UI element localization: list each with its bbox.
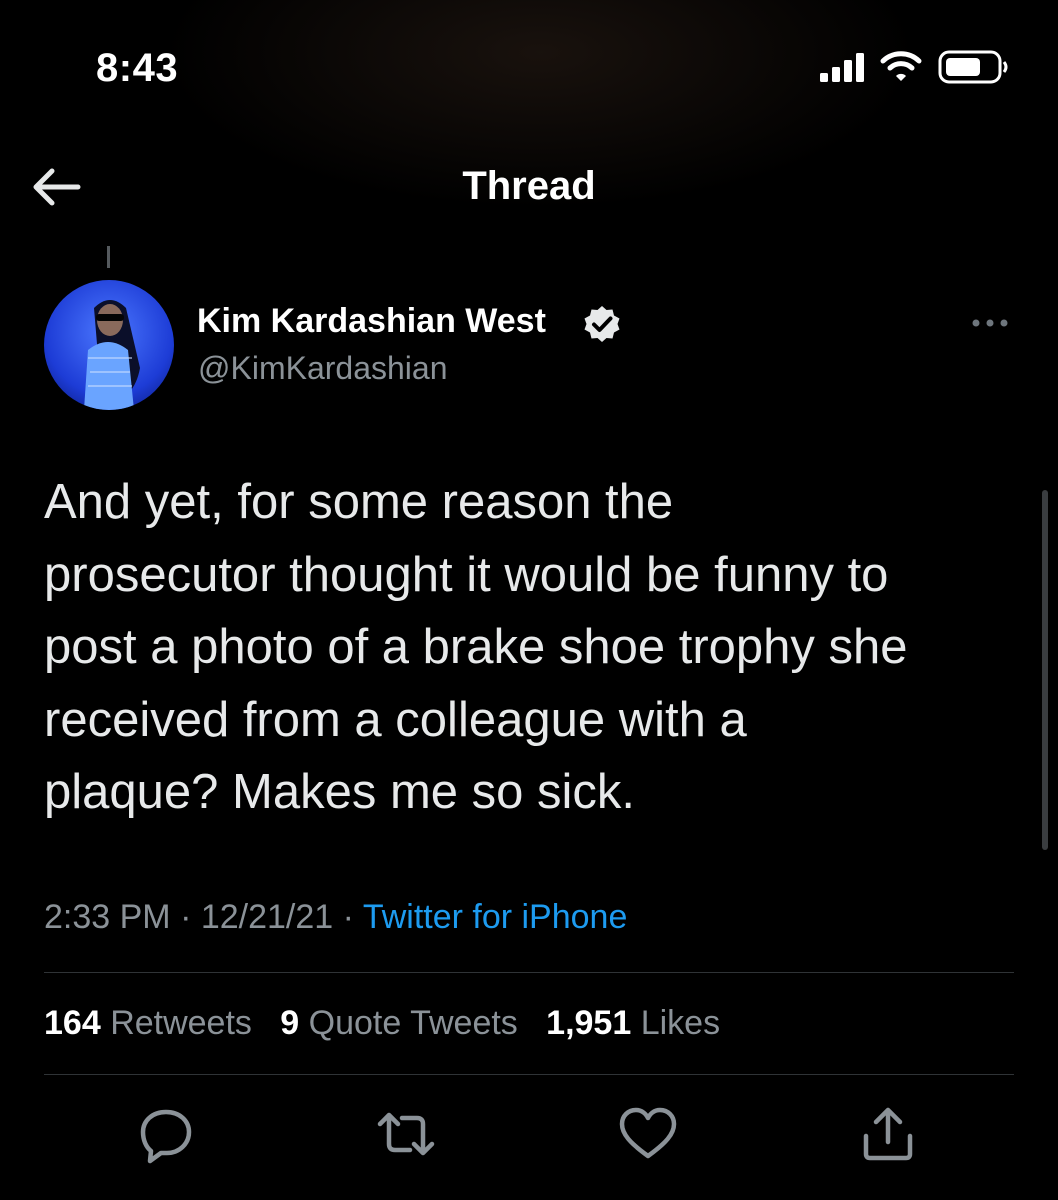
retweet-icon[interactable] [376,1104,436,1164]
cellular-signal-icon [820,53,864,82]
thread-connector-line [107,246,110,268]
quote-tweets-count: 9 [280,1004,300,1042]
tweet-time: 2:33 PM [44,898,171,936]
tweet-date: 12/21/21 [200,898,334,936]
page-title: Thread [462,164,596,208]
verified-badge-icon [584,306,620,342]
status-bar-time: 8:43 [96,46,179,90]
avatar[interactable] [44,280,174,410]
battery-icon [938,50,1008,84]
quote-tweets-label: Quote Tweets [308,1004,518,1042]
more-options-icon[interactable] [968,312,1012,334]
retweets-count: 164 [44,1004,101,1042]
share-icon[interactable] [858,1104,918,1164]
retweets-label: Retweets [110,1004,252,1042]
wifi-icon [880,51,922,81]
author-handle[interactable]: @KimKardashian [198,350,447,387]
likes-stat[interactable]: 1,951 Likes [546,1004,720,1042]
tweet-text: And yet, for some reason the prosecutor … [44,475,908,819]
quote-tweets-stat[interactable]: 9 Quote Tweets [280,1004,518,1042]
scrollbar[interactable] [1042,490,1048,850]
tweet-stats: 164 Retweets 9 Quote Tweets 1,951 Likes [44,1004,720,1043]
retweets-stat[interactable]: 164 Retweets [44,1004,252,1042]
author-name[interactable]: Kim Kardashian West [197,302,546,341]
likes-count: 1,951 [546,1004,632,1042]
divider [44,972,1014,973]
likes-label: Likes [640,1004,721,1042]
tweet-meta: 2:33 PM · 12/21/21 · Twitter for iPhone [44,898,627,937]
like-icon[interactable] [618,1104,678,1164]
divider [44,1074,1014,1075]
meta-separator: · [333,898,363,936]
tweet-source-link[interactable]: Twitter for iPhone [363,898,628,936]
meta-separator: · [170,898,201,936]
reply-icon[interactable] [136,1104,196,1164]
avatar-image [44,280,174,410]
